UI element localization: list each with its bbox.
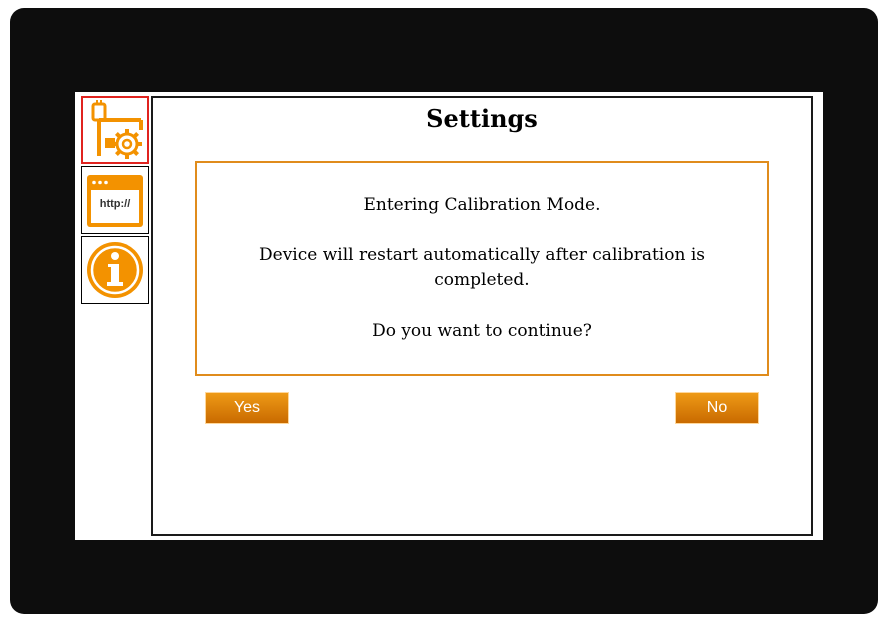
dialog-question: Do you want to continue? bbox=[372, 321, 592, 341]
no-button[interactable]: No bbox=[675, 392, 759, 424]
sidebar-item-settings[interactable] bbox=[81, 96, 149, 164]
http-label: http:// bbox=[99, 198, 131, 210]
info-icon bbox=[87, 242, 143, 298]
confirmation-dialog: Entering Calibration Mode. Device will r… bbox=[195, 161, 769, 376]
sidebar-item-http[interactable]: http:// bbox=[81, 166, 149, 234]
sidebar-item-info[interactable] bbox=[81, 236, 149, 304]
dialog-message-body: Device will restart automatically after … bbox=[259, 245, 705, 290]
device-screen: http:// Settings Entering Calibration Mo… bbox=[75, 92, 823, 540]
yes-button[interactable]: Yes bbox=[205, 392, 289, 424]
sidebar: http:// bbox=[81, 96, 151, 540]
page-title: Settings bbox=[426, 104, 538, 133]
settings-gear-icon bbox=[91, 100, 143, 159]
settings-panel: Settings Entering Calibration Mode. Devi… bbox=[151, 96, 813, 536]
dialog-message-title: Entering Calibration Mode. bbox=[363, 195, 601, 215]
